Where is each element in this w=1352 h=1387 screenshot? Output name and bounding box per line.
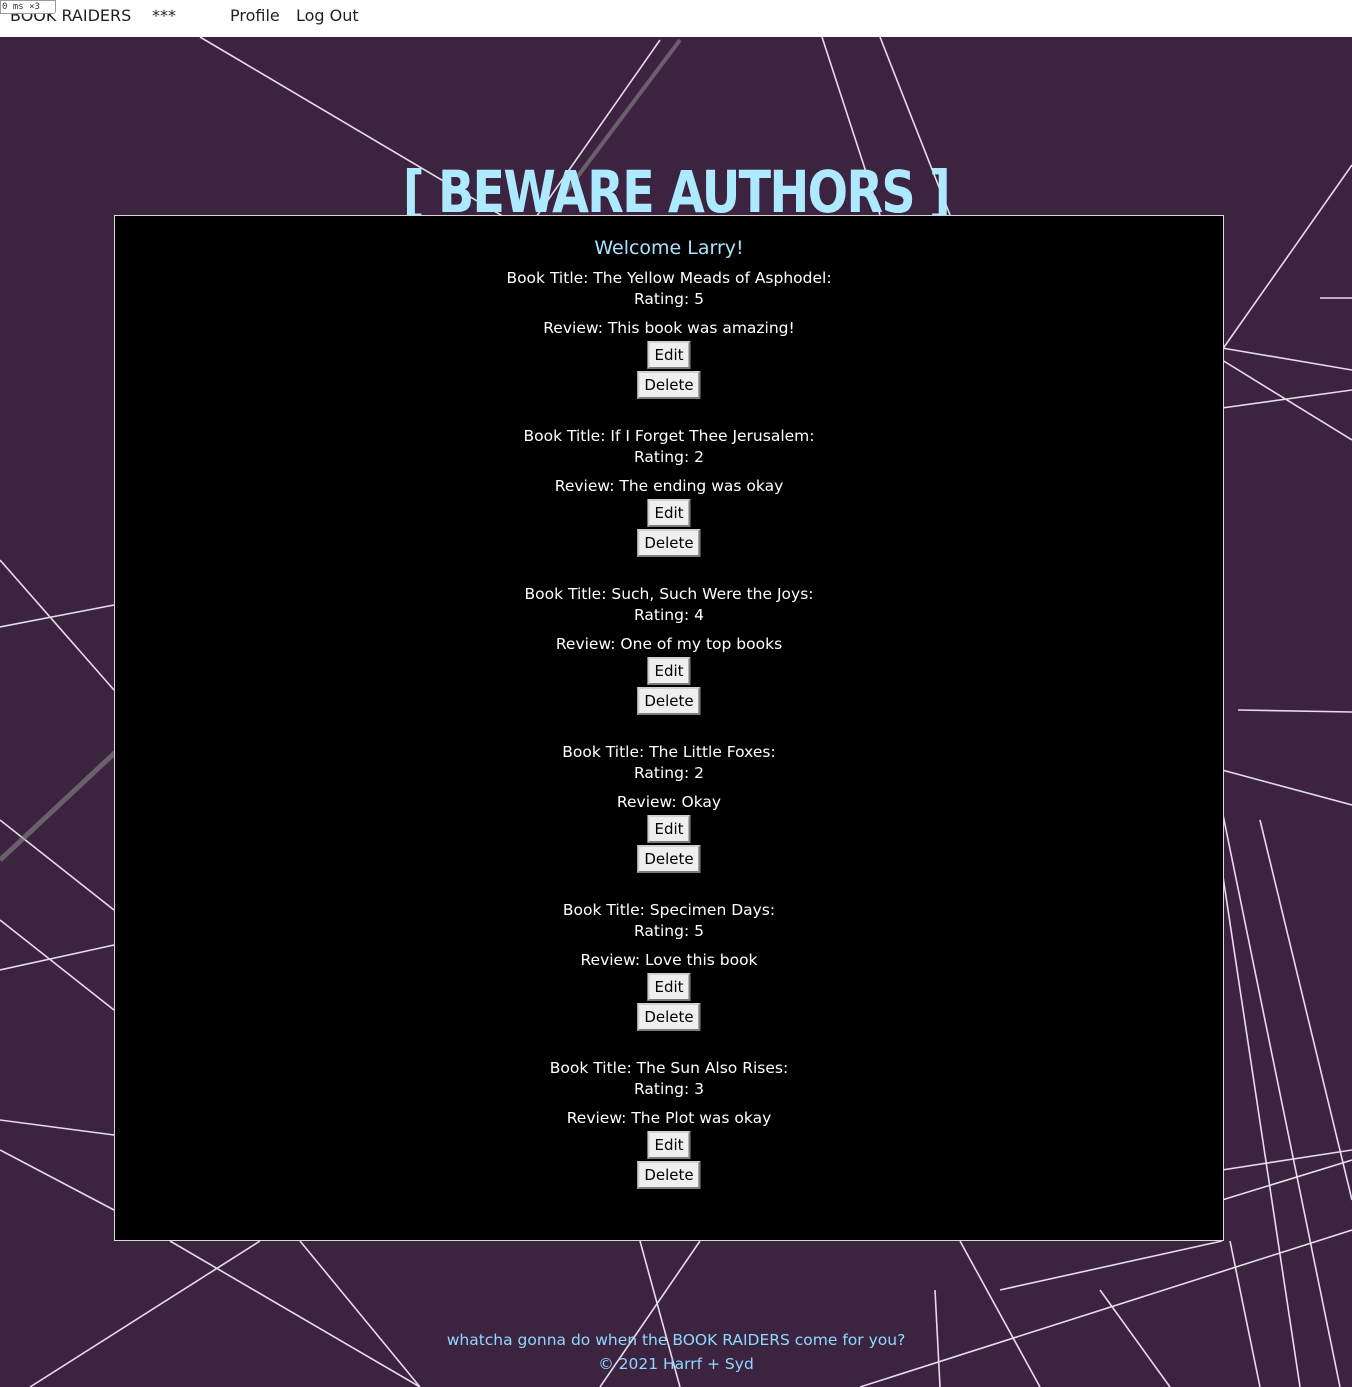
book-review: Review: Love this book bbox=[580, 951, 758, 969]
top-navbar: BOOK RAIDERS *** Profile Log Out bbox=[0, 0, 1352, 37]
review-item: Book Title: The Sun Also Rises: Rating: … bbox=[115, 1058, 1223, 1216]
edit-button[interactable]: Edit bbox=[647, 973, 691, 1001]
delete-button[interactable]: Delete bbox=[637, 687, 701, 715]
edit-button[interactable]: Edit bbox=[647, 499, 691, 527]
book-review: Review: The Plot was okay bbox=[566, 1109, 772, 1127]
book-rating: Rating: 5 bbox=[634, 922, 704, 940]
edit-button[interactable]: Edit bbox=[647, 657, 691, 685]
nav-logout-link[interactable]: Log Out bbox=[296, 6, 359, 26]
book-rating: Rating: 2 bbox=[634, 764, 704, 782]
review-item: Book Title: The Yellow Meads of Asphodel… bbox=[115, 268, 1223, 426]
book-title: Book Title: The Yellow Meads of Asphodel… bbox=[506, 269, 832, 287]
welcome-message: Welcome Larry! bbox=[594, 237, 744, 259]
book-title: Book Title: The Sun Also Rises: bbox=[549, 1059, 789, 1077]
book-title: Book Title: The Little Foxes: bbox=[562, 743, 776, 761]
nav-profile-link[interactable]: Profile bbox=[230, 6, 280, 26]
delete-button[interactable]: Delete bbox=[637, 1003, 701, 1031]
review-item: Book Title: Specimen Days: Rating: 5 Rev… bbox=[115, 900, 1223, 1058]
performance-badge: 0 ms ×3 bbox=[0, 0, 56, 14]
book-review: Review: Okay bbox=[616, 793, 722, 811]
book-rating: Rating: 3 bbox=[634, 1080, 704, 1098]
delete-button[interactable]: Delete bbox=[637, 845, 701, 873]
footer-copyright: © 2021 Harrf + Syd bbox=[598, 1355, 754, 1373]
delete-button[interactable]: Delete bbox=[637, 1161, 701, 1189]
book-rating: Rating: 2 bbox=[634, 448, 704, 466]
delete-button[interactable]: Delete bbox=[637, 529, 701, 557]
edit-button[interactable]: Edit bbox=[647, 1131, 691, 1159]
edit-button[interactable]: Edit bbox=[647, 341, 691, 369]
book-title: Book Title: If I Forget Thee Jerusalem: bbox=[523, 427, 815, 445]
delete-button[interactable]: Delete bbox=[637, 371, 701, 399]
review-item: Book Title: The Little Foxes: Rating: 2 … bbox=[115, 742, 1223, 900]
review-item: Book Title: If I Forget Thee Jerusalem: … bbox=[115, 426, 1223, 584]
book-rating: Rating: 4 bbox=[634, 606, 704, 624]
footer-tagline: whatcha gonna do when the BOOK RAIDERS c… bbox=[446, 1331, 906, 1349]
book-review: Review: One of my top books bbox=[555, 635, 783, 653]
book-rating: Rating: 5 bbox=[634, 290, 704, 308]
reviews-panel: Welcome Larry! Book Title: The Yellow Me… bbox=[114, 215, 1224, 1241]
book-review: Review: The ending was okay bbox=[554, 477, 784, 495]
book-title: Book Title: Such, Such Were the Joys: bbox=[524, 585, 814, 603]
book-review: Review: This book was amazing! bbox=[543, 319, 795, 337]
book-title: Book Title: Specimen Days: bbox=[562, 901, 776, 919]
edit-button[interactable]: Edit bbox=[647, 815, 691, 843]
nav-stars-link[interactable]: *** bbox=[152, 6, 176, 26]
review-item: Book Title: Such, Such Were the Joys: Ra… bbox=[115, 584, 1223, 742]
